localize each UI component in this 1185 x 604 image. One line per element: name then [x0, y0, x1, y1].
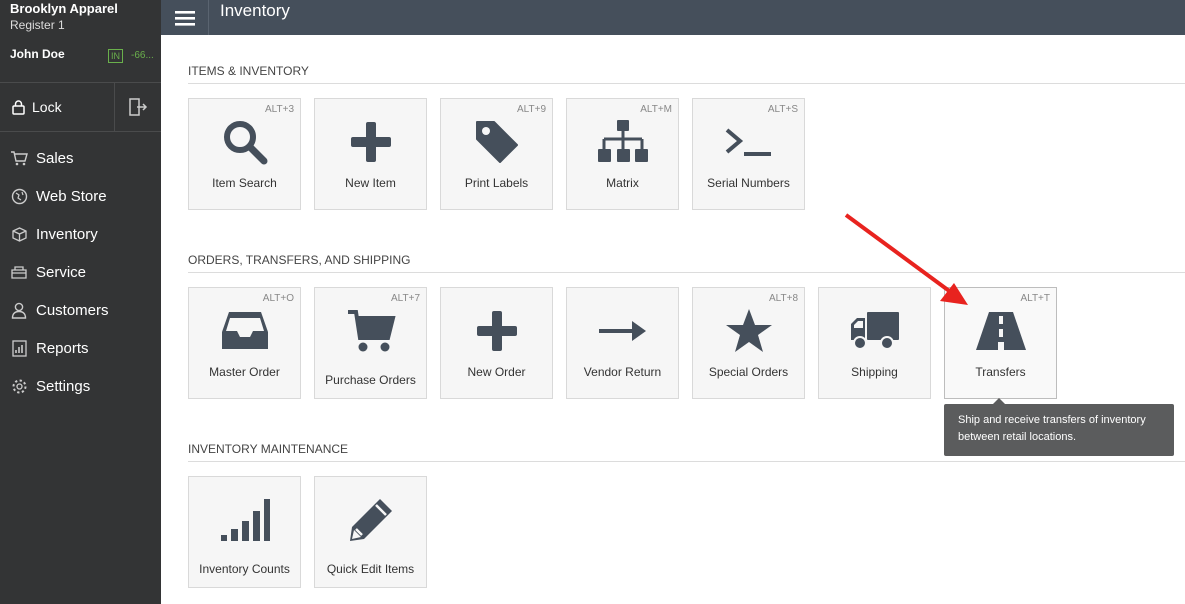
- sidebar-item-label: Sales: [36, 149, 74, 167]
- tile-label: Inventory Counts: [199, 562, 290, 576]
- box-icon: [10, 225, 28, 243]
- hamburger-icon: [174, 10, 195, 26]
- inbox-icon: [189, 306, 300, 356]
- tile-label: Matrix: [606, 176, 639, 190]
- service-icon: [10, 263, 28, 281]
- tile-master-order[interactable]: ALT+O Master Order: [188, 287, 301, 399]
- matrix-icon: [567, 117, 678, 167]
- lock-icon: [12, 99, 25, 115]
- pencil-icon: [315, 495, 426, 545]
- tile-vendor-return[interactable]: Vendor Return: [566, 287, 679, 399]
- cart-icon: [10, 149, 28, 167]
- sidebar-item-service[interactable]: Service: [0, 253, 161, 291]
- tile-serial-numbers[interactable]: ALT+S Serial Numbers: [692, 98, 805, 210]
- search-icon: [189, 117, 300, 167]
- annotation-arrow: [844, 213, 968, 305]
- menu-button[interactable]: [161, 0, 209, 35]
- tile-label: New Item: [345, 176, 396, 190]
- top-header: Inventory: [161, 0, 1185, 35]
- clock-status-badge[interactable]: IN: [108, 49, 123, 63]
- shortcut-label: ALT+8: [769, 293, 798, 304]
- logout-icon: [129, 98, 148, 116]
- sidebar-nav: Sales Web Store Inventory Service Custom…: [0, 139, 161, 405]
- sidebar-item-label: Settings: [36, 377, 91, 395]
- tile-new-order[interactable]: New Order: [440, 287, 553, 399]
- tile-label: Quick Edit Items: [326, 562, 415, 576]
- user-name: John Doe: [10, 47, 65, 61]
- shortcut-label: ALT+T: [1020, 293, 1050, 304]
- sidebar-item-web-store[interactable]: Web Store: [0, 177, 161, 215]
- plus-icon: [315, 117, 426, 167]
- tile-label: Transfers: [975, 365, 1026, 379]
- tile-label: Master Order: [209, 365, 280, 379]
- tile-label: Special Orders: [708, 365, 789, 379]
- star-icon: [693, 306, 804, 356]
- user-info: John Doe IN -66...: [0, 40, 161, 82]
- sidebar-item-sales[interactable]: Sales: [0, 139, 161, 177]
- section-title-items: ITEMS & INVENTORY: [188, 64, 309, 78]
- tile-item-search[interactable]: ALT+3 Item Search: [188, 98, 301, 210]
- section-title-orders: ORDERS, TRANSFERS, AND SHIPPING: [188, 253, 411, 267]
- page-title: Inventory: [220, 1, 290, 20]
- shortcut-label: ALT+3: [265, 104, 294, 115]
- tile-inventory-counts[interactable]: Inventory Counts: [188, 476, 301, 588]
- terminal-icon: [693, 117, 804, 167]
- section-divider: [188, 272, 1185, 273]
- logout-button[interactable]: [114, 83, 161, 131]
- clock-time: -66...: [131, 50, 154, 61]
- tile-label: Vendor Return: [583, 365, 662, 379]
- register-name: Register 1: [10, 18, 65, 32]
- sidebar-item-label: Web Store: [36, 187, 107, 205]
- sidebar-item-label: Inventory: [36, 225, 98, 243]
- sidebar-item-label: Service: [36, 263, 87, 281]
- shortcut-label: ALT+9: [517, 104, 546, 115]
- store-info: Brooklyn Apparel Register 1: [0, 0, 161, 40]
- reports-icon: [10, 339, 28, 357]
- tile-label: Serial Numbers: [707, 176, 790, 190]
- shortcut-label: ALT+7: [391, 293, 420, 304]
- shortcut-label: ALT+O: [262, 293, 294, 304]
- lock-label: Lock: [32, 99, 62, 115]
- arrow-right-icon: [567, 306, 678, 356]
- bars-icon: [189, 495, 300, 545]
- tile-quick-edit-items[interactable]: Quick Edit Items: [314, 476, 427, 588]
- lock-row: Lock: [0, 82, 161, 132]
- sidebar-item-settings[interactable]: Settings: [0, 367, 161, 405]
- section-title-maintenance: INVENTORY MAINTENANCE: [188, 442, 349, 456]
- tile-matrix[interactable]: ALT+M Matrix: [566, 98, 679, 210]
- tile-label: Purchase Orders: [325, 373, 416, 387]
- tile-purchase-orders[interactable]: ALT+7 Purchase Orders: [314, 287, 427, 399]
- globe-icon: [10, 187, 28, 205]
- tile-new-item[interactable]: New Item: [314, 98, 427, 210]
- shortcut-label: ALT+S: [767, 104, 798, 115]
- tile-label: Item Search: [212, 176, 277, 190]
- store-name: Brooklyn Apparel: [10, 1, 118, 16]
- tile-label: Print Labels: [464, 176, 529, 190]
- sidebar-item-inventory[interactable]: Inventory: [0, 215, 161, 253]
- sidebar-item-reports[interactable]: Reports: [0, 329, 161, 367]
- section-divider: [188, 461, 1185, 462]
- gear-icon: [10, 377, 28, 395]
- sidebar: Brooklyn Apparel Register 1 John Doe IN …: [0, 0, 161, 604]
- sidebar-item-customers[interactable]: Customers: [0, 291, 161, 329]
- tag-icon: [441, 117, 552, 167]
- tile-label: New Order: [467, 365, 526, 379]
- person-icon: [10, 301, 28, 319]
- tooltip-line: Ship and receive transfers of inventory: [958, 414, 1146, 426]
- tooltip-line: between retail locations.: [958, 431, 1077, 443]
- plus-icon: [441, 306, 552, 356]
- tile-print-labels[interactable]: ALT+9 Print Labels: [440, 98, 553, 210]
- transfers-tooltip: Ship and receive transfers of inventory …: [944, 404, 1174, 456]
- cart-icon: [315, 306, 426, 356]
- tile-special-orders[interactable]: ALT+8 Special Orders: [692, 287, 805, 399]
- section-divider: [188, 83, 1185, 84]
- sidebar-item-label: Customers: [36, 301, 109, 319]
- tile-label: Shipping: [851, 365, 898, 379]
- sidebar-item-label: Reports: [36, 339, 89, 357]
- shortcut-label: ALT+M: [640, 104, 672, 115]
- lock-button[interactable]: Lock: [0, 83, 114, 131]
